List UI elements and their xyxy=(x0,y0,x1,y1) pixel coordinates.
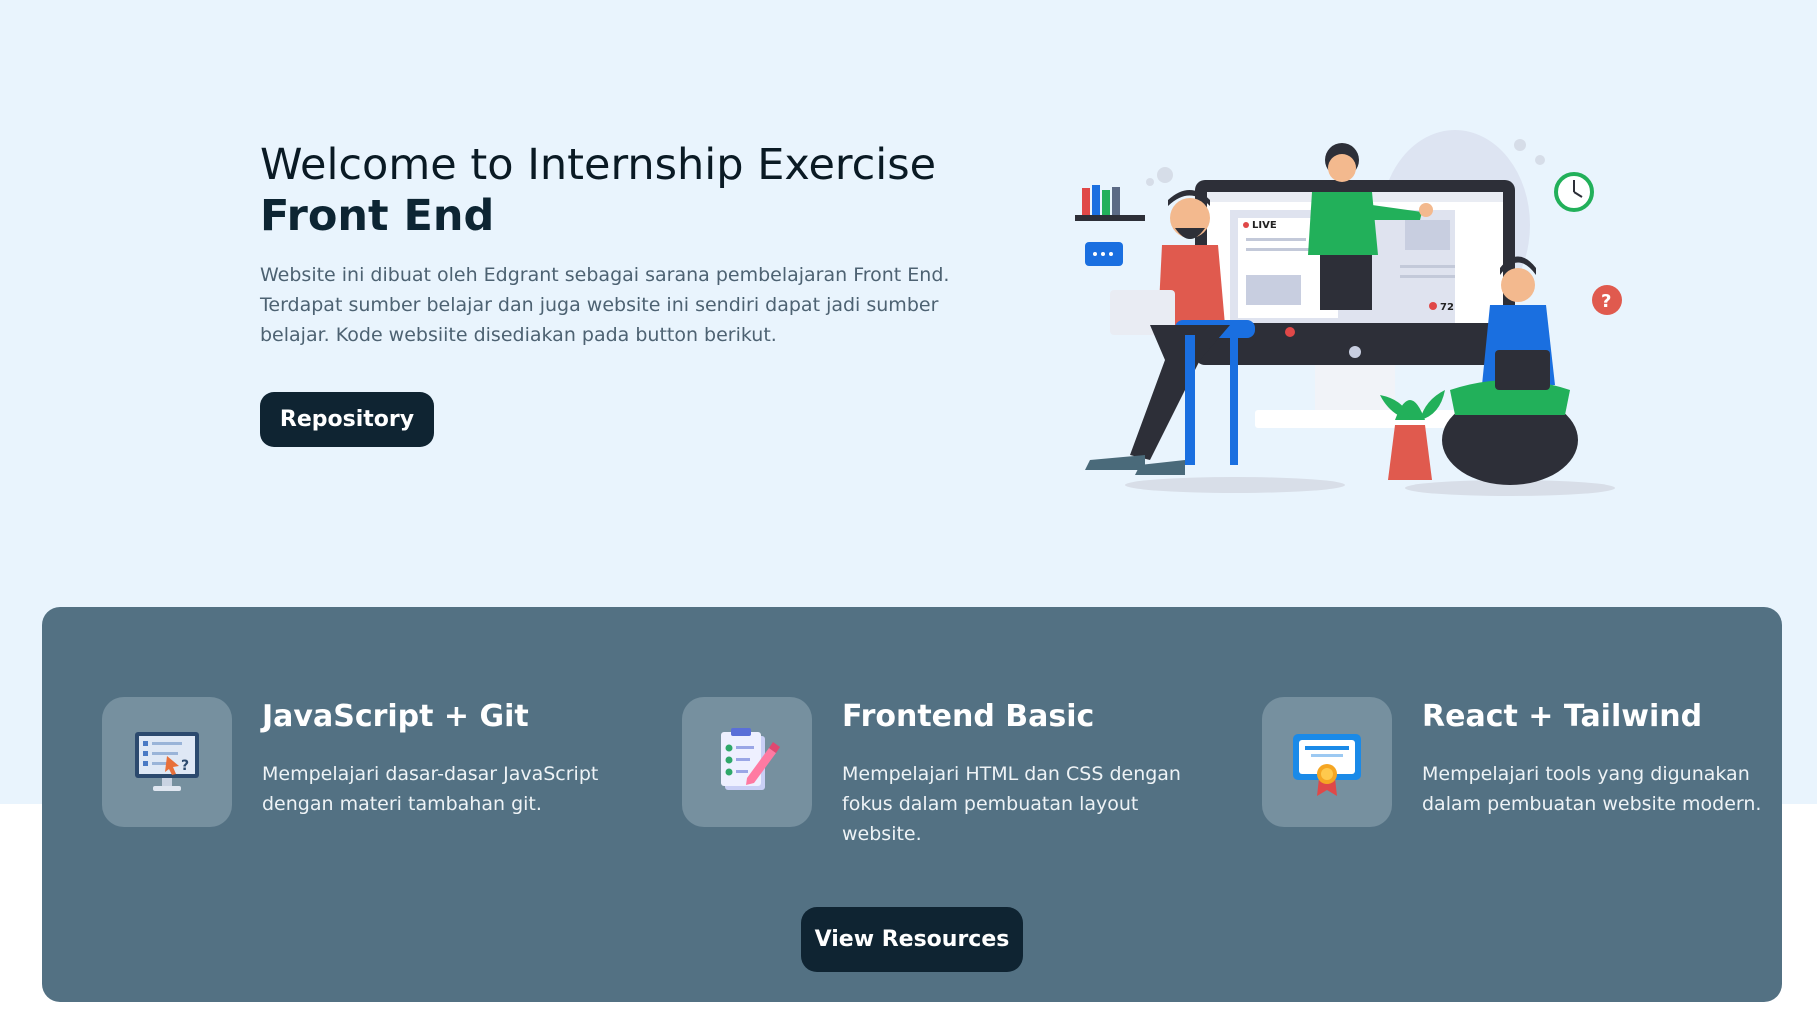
features-card: ? JavaScript + Git Mempelajari dasar-das… xyxy=(42,607,1782,1002)
hero-title-line1: Welcome to Internship Exercise xyxy=(260,140,937,190)
hero-title-line2: Front End xyxy=(260,191,495,241)
hero-description: Website ini dibuat oleh Edgrant sebagai … xyxy=(260,264,950,346)
repository-button[interactable]: Repository xyxy=(260,392,434,447)
hero-title: Welcome to Internship Exercise Front End xyxy=(260,140,1020,242)
feature-title: React + Tailwind xyxy=(1422,699,1703,734)
feature-title: Frontend Basic xyxy=(842,699,1095,734)
quiz-monitor-icon: ? xyxy=(135,732,199,791)
checklist-document-icon xyxy=(721,728,780,790)
feature-icon-box: ? xyxy=(102,697,232,827)
view-resources-button[interactable]: View Resources xyxy=(801,907,1023,972)
feature-description: Mempelajari dasar-dasar JavaScript denga… xyxy=(262,763,599,815)
feature-icon-box xyxy=(1262,697,1392,827)
live-label: LIVE xyxy=(1252,220,1277,231)
svg-text:?: ? xyxy=(181,758,189,774)
svg-text:?: ? xyxy=(1601,291,1611,312)
hero-text: Welcome to Internship Exercise Front End… xyxy=(260,140,1020,350)
online-class-illustration: LIVE 72 ? xyxy=(1075,130,1622,496)
certificate-icon xyxy=(1293,734,1361,796)
feature-description: Mempelajari tools yang digunakan dalam p… xyxy=(1422,763,1762,815)
feature-description: Mempelajari HTML dan CSS dengan fokus da… xyxy=(842,763,1181,845)
feature-title: JavaScript + Git xyxy=(262,699,529,734)
feature-icon-box xyxy=(682,697,812,827)
viewer-count: 72 xyxy=(1440,302,1454,313)
